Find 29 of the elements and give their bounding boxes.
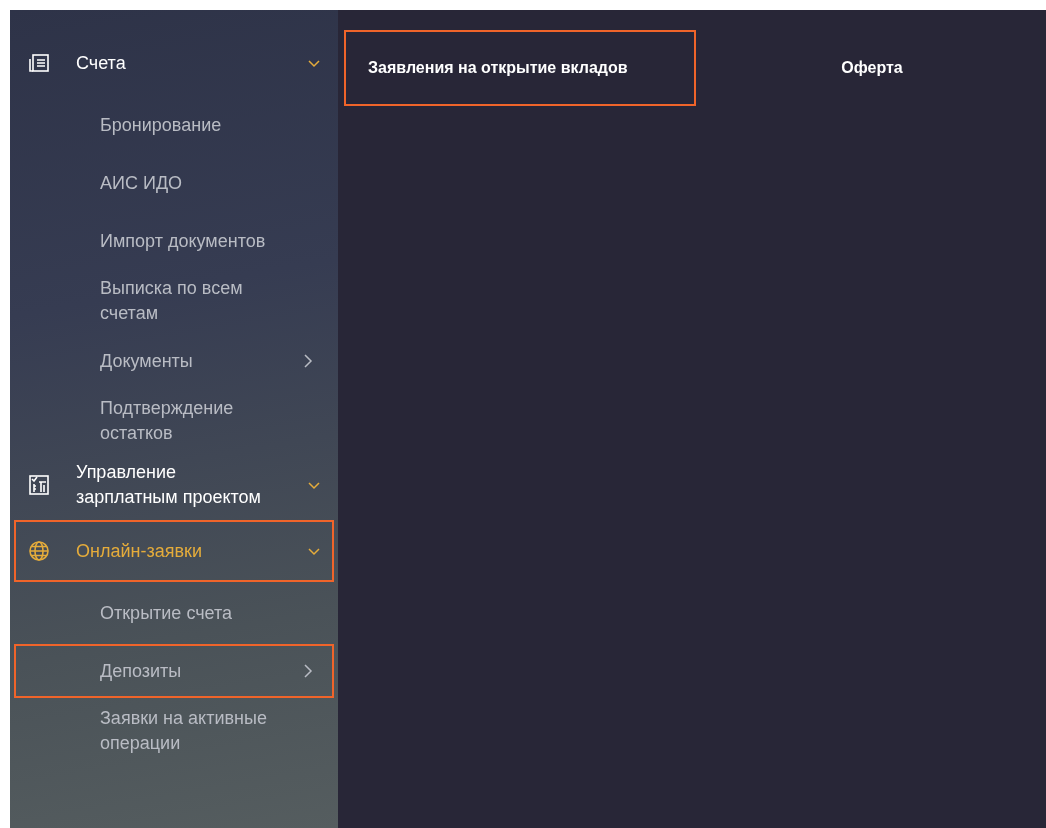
menu-item[interactable]: Депозиты: [14, 644, 334, 698]
section-label: Управление зарплатным проектом: [76, 461, 262, 509]
globe-icon: [28, 540, 50, 562]
menu-item[interactable]: Выписка по всем счетам: [14, 272, 334, 330]
item-label: Импорт документов: [100, 229, 267, 253]
menu-section[interactable]: Онлайн-заявки: [14, 520, 334, 582]
item-label: Документы: [100, 349, 194, 373]
menu-item[interactable]: Подтверждение остатков: [14, 392, 334, 450]
submenu-tab[interactable]: Оферта: [696, 30, 1046, 106]
item-label: Открытие счета: [100, 601, 234, 625]
section-label: Онлайн-заявки: [76, 539, 203, 563]
menu-item[interactable]: Открытие счета: [14, 586, 334, 640]
submenu-tab[interactable]: Заявления на открытие вкладов: [344, 30, 696, 106]
list-icon: [28, 52, 50, 74]
item-label: Подтверждение остатков: [100, 397, 235, 445]
menu-item[interactable]: АИС ИДО: [14, 156, 334, 210]
item-label: Бронирование: [100, 113, 223, 137]
menu-section[interactable]: Управление зарплатным проектом: [14, 454, 334, 516]
menu-item[interactable]: Импорт документов: [14, 214, 334, 268]
section-label: Счета: [76, 51, 127, 75]
menu-section[interactable]: Счета: [14, 32, 334, 94]
chart-icon: [28, 474, 50, 496]
menu-item[interactable]: Бронирование: [14, 98, 334, 152]
menu-item[interactable]: Заявки на активные операции: [14, 702, 334, 760]
menu-item[interactable]: Документы: [14, 334, 334, 388]
item-label: Выписка по всем счетам: [100, 277, 244, 325]
item-label: Депозиты: [100, 659, 183, 683]
item-label: АИС ИДО: [100, 171, 184, 195]
item-label: Заявки на активные операции: [100, 707, 268, 755]
